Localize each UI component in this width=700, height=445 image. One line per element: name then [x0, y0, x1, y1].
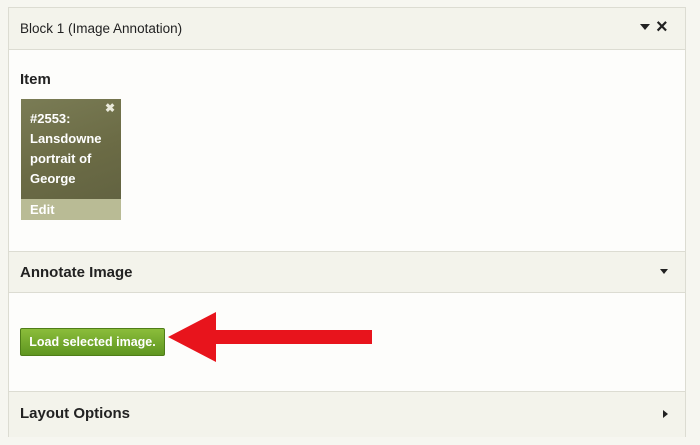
item-label: Item [20, 71, 51, 88]
annotate-image-header[interactable]: Annotate Image [9, 251, 685, 293]
item-thumbnail[interactable]: ✖ #2553: Lansdowne portrait of George Ed… [21, 99, 121, 220]
chevron-right-icon[interactable] [663, 410, 668, 418]
block-title: Block 1 (Image Annotation) [20, 21, 183, 36]
chevron-down-icon[interactable] [660, 269, 668, 274]
layout-options-header[interactable]: Layout Options [9, 391, 685, 437]
block-panel: Block 1 (Image Annotation) × Item ✖ #255… [8, 7, 686, 437]
layout-options-title: Layout Options [20, 405, 130, 422]
item-title: #2553: Lansdowne portrait of George [30, 111, 102, 186]
load-selected-image-button[interactable]: Load selected image. [20, 328, 165, 356]
annotate-image-title: Annotate Image [20, 264, 133, 281]
close-icon[interactable]: × [656, 17, 668, 37]
edit-item-button[interactable]: Edit [21, 199, 121, 220]
chevron-down-icon[interactable] [640, 24, 650, 30]
red-arrow-annotation [168, 312, 372, 362]
block-header: Block 1 (Image Annotation) × [9, 8, 685, 50]
